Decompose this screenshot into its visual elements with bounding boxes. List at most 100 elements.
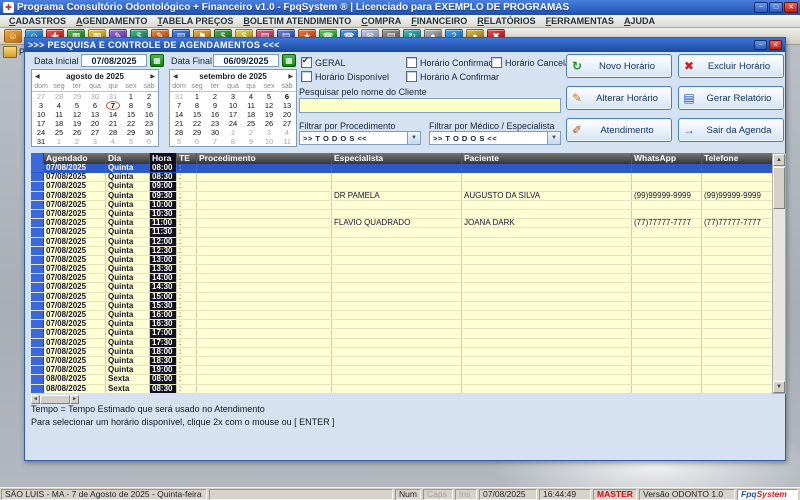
schedule-row[interactable]: 07/08/2025Quinta15:30:	[31, 302, 772, 311]
scroll-left-icon[interactable]: ◄	[31, 395, 40, 404]
filter-procedure-select[interactable]: >> T O D O S << ▼	[299, 131, 421, 145]
schedule-row[interactable]: 07/08/2025Quinta16:30:	[31, 320, 772, 329]
calendar-day[interactable]: 2	[140, 92, 158, 101]
calendar-day[interactable]: 3	[32, 101, 50, 110]
schedule-row[interactable]: 07/08/2025Quinta13:00:	[31, 256, 772, 265]
calendar-day[interactable]: 29	[188, 128, 206, 137]
calendar-day[interactable]: 30	[140, 128, 158, 137]
calendar-prev-icon[interactable]: ◀	[173, 73, 178, 80]
calendar-day[interactable]: 3	[86, 137, 104, 146]
dropdown-arrow-icon[interactable]: ▼	[547, 132, 560, 144]
calendar-day[interactable]: 30	[206, 128, 224, 137]
calendar-day[interactable]: 1	[224, 128, 242, 137]
calendar-day[interactable]: 24	[32, 128, 50, 137]
schedule-row[interactable]: 07/08/2025Quinta14:30:	[31, 283, 772, 292]
calendar-next-icon[interactable]: ▶	[150, 73, 155, 80]
calendar-day[interactable]: 27	[86, 128, 104, 137]
scroll-down-icon[interactable]: ▼	[773, 381, 785, 393]
schedule-row[interactable]: 07/08/2025Quinta18:30:	[31, 357, 772, 366]
calendar-day[interactable]: 18	[50, 119, 68, 128]
atendimento-button[interactable]: ✐ Atendimento	[566, 118, 672, 142]
calendar-day[interactable]: 30	[86, 92, 104, 101]
calendar-day[interactable]: 4	[50, 101, 68, 110]
column-header-agendado[interactable]: Agendado	[44, 153, 106, 164]
schedule-row[interactable]: 07/08/2025Quinta11:00:FLAVIO QUADRADOJOA…	[31, 219, 772, 228]
calendar-day[interactable]: 25	[50, 128, 68, 137]
calendar-day[interactable]: 5	[68, 101, 86, 110]
calendar-day[interactable]: 19	[260, 110, 278, 119]
calendar-day[interactable]: 10	[32, 110, 50, 119]
alterar-horario-button[interactable]: ✎ Alterar Horário	[566, 86, 672, 110]
calendar-day[interactable]: 5	[170, 137, 188, 146]
scroll-right-icon[interactable]: ►	[70, 395, 79, 404]
excluir-horario-button[interactable]: ✖ Excluir Horário	[678, 54, 784, 78]
calendar-day[interactable]: 13	[278, 101, 296, 110]
column-header-te[interactable]: TE	[177, 153, 197, 164]
calendar-day[interactable]: 6	[140, 137, 158, 146]
calendar-day[interactable]: 9	[140, 101, 158, 110]
calendar-day[interactable]: 22	[122, 119, 140, 128]
calendar-day[interactable]: 11	[50, 110, 68, 119]
calendar-day[interactable]: 19	[68, 119, 86, 128]
calendar-day[interactable]: 18	[242, 110, 260, 119]
calendar-day[interactable]: 27	[32, 92, 50, 101]
calendar-day[interactable]: 5	[122, 137, 140, 146]
calendar-day[interactable]: 15	[122, 110, 140, 119]
calendar-day[interactable]: 6	[278, 92, 296, 101]
schedule-row[interactable]: 07/08/2025Quinta12:30:	[31, 247, 772, 256]
calendar-day[interactable]: 28	[50, 92, 68, 101]
calendar-day[interactable]: 6	[86, 101, 104, 110]
calendar-day[interactable]: 28	[170, 128, 188, 137]
new-patient-icon[interactable]: ☺	[4, 29, 22, 43]
calendar-day[interactable]: 16	[206, 110, 224, 119]
schedule-row[interactable]: 07/08/2025Quinta09:30:DR PAMELAAUGUSTO D…	[31, 192, 772, 201]
date-end-picker-button[interactable]: ▦	[282, 54, 296, 67]
column-header-dia[interactable]: Dia	[106, 153, 150, 164]
calendar-day[interactable]: 7	[170, 101, 188, 110]
calendar-day[interactable]: 12	[68, 110, 86, 119]
calendar-day[interactable]: 25	[242, 119, 260, 128]
column-header-especialista[interactable]: Especialista	[332, 153, 462, 164]
calendar-day[interactable]: 7	[206, 137, 224, 146]
calendar-day[interactable]: 29	[122, 128, 140, 137]
calendar-day[interactable]: 14	[170, 110, 188, 119]
schedule-row[interactable]: 08/08/2025Sexta08:30:	[31, 385, 772, 394]
schedule-row[interactable]: 07/08/2025Quinta18:00:	[31, 348, 772, 357]
calendar-day[interactable]: 10	[260, 137, 278, 146]
calendar-day[interactable]: 2	[68, 137, 86, 146]
calendar-day[interactable]: 26	[68, 128, 86, 137]
menu-item-relat-rios[interactable]: RELATÓRIOS	[472, 16, 540, 26]
schedule-row[interactable]: 07/08/2025Quinta17:30:	[31, 339, 772, 348]
schedule-row[interactable]: 07/08/2025Quinta19:00:	[31, 366, 772, 375]
calendar-day[interactable]: 16	[140, 110, 158, 119]
schedule-row[interactable]: 07/08/2025Quinta11:30:	[31, 228, 772, 237]
calendar-day[interactable]: 27	[278, 119, 296, 128]
checkbox-horario-confirmado[interactable]: Horário Confirmado	[406, 57, 499, 68]
checkbox-horario-a-confirmar[interactable]: Horário A Confirmar	[406, 71, 499, 82]
calendar-day[interactable]: 8	[224, 137, 242, 146]
sair-da-agenda-button[interactable]: → Sair da Agenda	[678, 118, 784, 142]
calendar-day[interactable]: 8	[122, 101, 140, 110]
checkbox-geral[interactable]: GERAL	[301, 57, 346, 68]
dialog-close-button[interactable]: ✕	[769, 40, 782, 50]
maximize-button[interactable]: □	[769, 2, 783, 13]
calendar-day[interactable]: 20	[278, 110, 296, 119]
menu-item-cadastros[interactable]: CADASTROS	[4, 16, 71, 26]
novo-horario-button[interactable]: ↻ Novo Horário	[566, 54, 672, 78]
schedule-row[interactable]: 08/08/2025Sexta08:00:	[31, 375, 772, 384]
hscrollbar-thumb[interactable]	[40, 395, 70, 404]
schedule-row[interactable]: 07/08/2025Quinta13:30:	[31, 265, 772, 274]
calendar-day[interactable]: 28	[104, 128, 122, 137]
calendar-day[interactable]: 13	[86, 110, 104, 119]
calendar-day[interactable]: 23	[140, 119, 158, 128]
vertical-scrollbar[interactable]: ▲ ▼	[772, 153, 786, 394]
calendar-day[interactable]: 3	[224, 92, 242, 101]
calendar-prev-icon[interactable]: ◀	[35, 73, 40, 80]
horizontal-scrollbar[interactable]: ◄ ►	[31, 395, 79, 404]
menu-item-boletim-atendimento[interactable]: BOLETIM ATENDIMENTO	[238, 16, 356, 26]
calendar-day[interactable]: 26	[260, 119, 278, 128]
calendar-day[interactable]: 11	[242, 101, 260, 110]
filter-specialist-select[interactable]: >> T O D O S << ▼	[429, 131, 561, 145]
calendar-day[interactable]: 4	[242, 92, 260, 101]
calendar-day[interactable]: 4	[104, 137, 122, 146]
